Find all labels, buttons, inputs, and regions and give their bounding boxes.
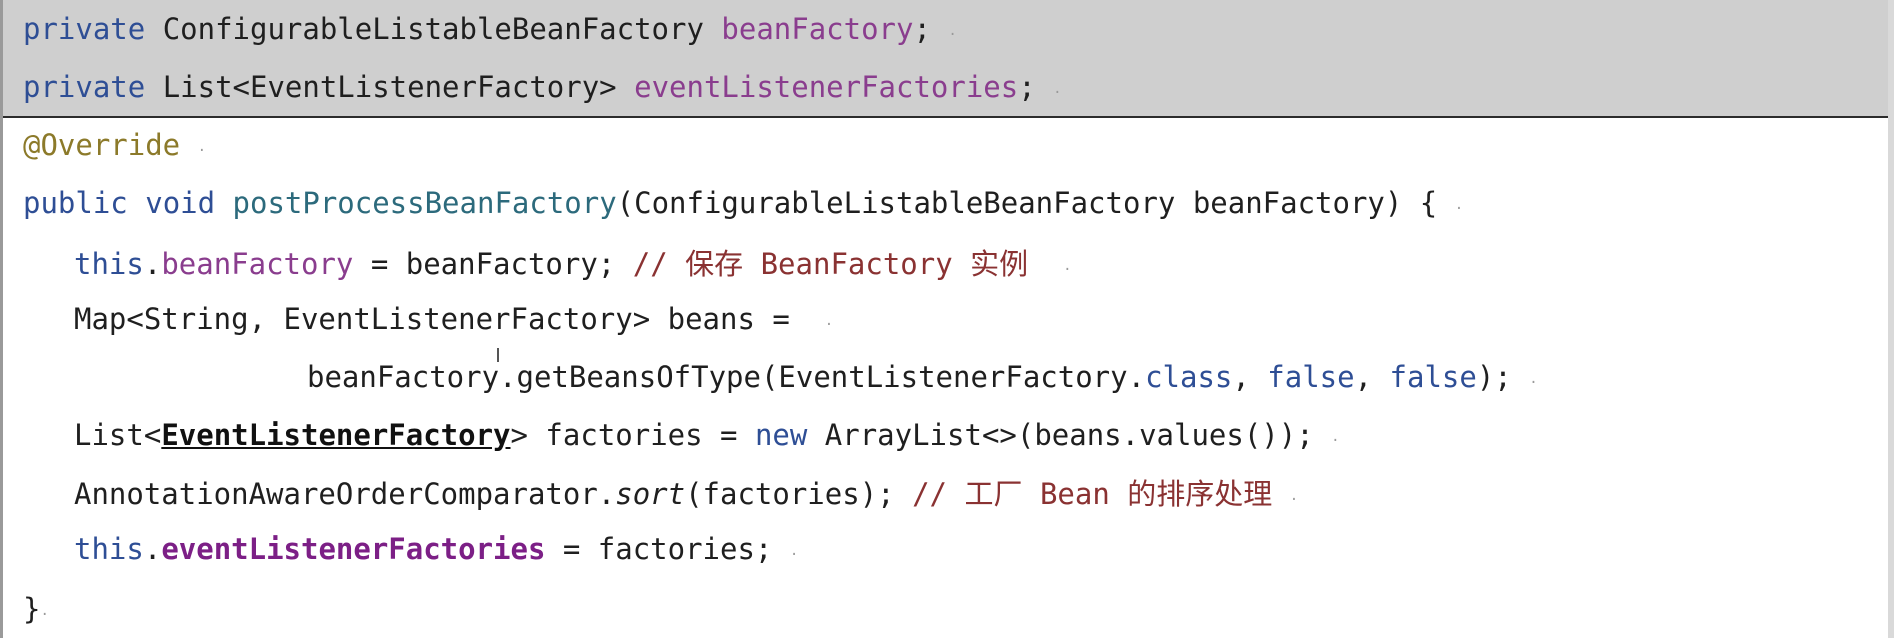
whitespace-marker: · — [948, 27, 957, 43]
class-reference: AnnotationAwareOrderComparator. — [74, 477, 616, 511]
code-line-4[interactable]: public void postProcessBeanFactory(Confi… — [23, 183, 1463, 223]
static-method-name: sort — [615, 477, 686, 511]
field-name: eventListenerFactories — [634, 70, 1019, 104]
comment-prefix: // — [912, 477, 965, 511]
semicolon: ; — [1018, 70, 1036, 104]
whitespace-marker: · — [1063, 262, 1072, 278]
generic-prefix: List< — [74, 418, 162, 452]
comment-text: BeanFactory — [743, 247, 971, 281]
code-line-10[interactable]: this.eventListenerFactories = factories;… — [74, 529, 798, 569]
keyword-false: false — [1389, 360, 1477, 394]
code-line-7[interactable]: beanFactory.getBeansOfType(EventListener… — [307, 357, 1538, 397]
dot: . — [143, 532, 162, 566]
keyword-this: this — [74, 532, 144, 566]
assignment: = beanFactory; — [353, 247, 633, 281]
semicolon: ; — [913, 12, 931, 46]
code-line-1[interactable]: private ConfigurableListableBeanFactory … — [23, 9, 957, 49]
whitespace-marker: · — [197, 143, 207, 159]
method-params: (ConfigurableListableBeanFactory beanFac… — [616, 186, 1438, 220]
field-name: eventListenerFactories — [161, 532, 546, 566]
declaration-text: Map<String, EventListenerFactory> beans … — [74, 302, 790, 336]
code-line-11[interactable]: }· — [23, 589, 49, 629]
whitespace-marker: · — [1529, 375, 1538, 391]
closing-brace: } — [23, 592, 41, 626]
assignment: = factories; — [545, 532, 773, 566]
separator: , — [1232, 360, 1268, 394]
type-name: List<EventListenerFactory> — [162, 70, 617, 104]
separator: , — [1354, 360, 1390, 394]
code-editor[interactable]: private ConfigurableListableBeanFactory … — [0, 0, 1894, 638]
text-cursor — [497, 348, 499, 362]
whitespace-marker: · — [789, 547, 799, 563]
whitespace-marker: · — [40, 607, 49, 623]
keyword-class: class — [1145, 360, 1233, 394]
type-link[interactable]: EventListenerFactory — [161, 418, 510, 452]
code-line-9[interactable]: AnnotationAwareOrderComparator.sort(fact… — [74, 474, 1298, 514]
whitespace-marker: · — [1454, 201, 1464, 217]
code-line-6[interactable]: Map<String, EventListenerFactory> beans … — [74, 299, 833, 339]
whitespace-marker: · — [1289, 492, 1299, 508]
editor-scroll-edge — [1888, 0, 1894, 638]
method-args: (factories); — [685, 477, 913, 511]
code-line-8[interactable]: List<EventListenerFactory> factories = n… — [74, 415, 1340, 455]
statement-end: ); — [1476, 360, 1512, 394]
code-line-3[interactable]: @Override · — [23, 125, 206, 165]
comment-cjk-text: 保存 — [685, 247, 744, 281]
dot: . — [143, 247, 162, 281]
keyword-false: false — [1267, 360, 1355, 394]
keyword-private: private — [23, 12, 146, 46]
keyword-private: private — [23, 70, 146, 104]
field-name: beanFactory — [161, 247, 354, 281]
code-line-5[interactable]: this.beanFactory = beanFactory; // 保存 Be… — [74, 244, 1072, 284]
comment-cjk-text: 的排序处理 — [1127, 477, 1273, 511]
keyword-public: public — [23, 186, 128, 220]
comment-cjk-text: 实例 — [970, 247, 1029, 281]
code-line-2[interactable]: private List<EventListenerFactory> event… — [23, 67, 1062, 107]
annotation-override: @Override — [23, 128, 181, 162]
comment-text: Bean — [1022, 477, 1128, 511]
whitespace-marker: · — [1053, 85, 1062, 101]
whitespace-marker: · — [824, 317, 834, 333]
type-name: ConfigurableListableBeanFactory — [162, 12, 704, 46]
whitespace-marker: · — [1331, 433, 1340, 449]
keyword-this: this — [74, 247, 144, 281]
declaration-text: > factories = — [510, 418, 755, 452]
comment-cjk-text: 工厂 — [964, 477, 1023, 511]
field-name: beanFactory — [721, 12, 914, 46]
method-name: postProcessBeanFactory — [232, 186, 617, 220]
keyword-new: new — [754, 418, 808, 452]
method-call: beanFactory.getBeansOfType(EventListener… — [307, 360, 1146, 394]
comment-prefix: // — [632, 247, 686, 281]
keyword-void: void — [145, 186, 216, 220]
constructor-call: ArrayList<>(beans.values()); — [807, 418, 1314, 452]
